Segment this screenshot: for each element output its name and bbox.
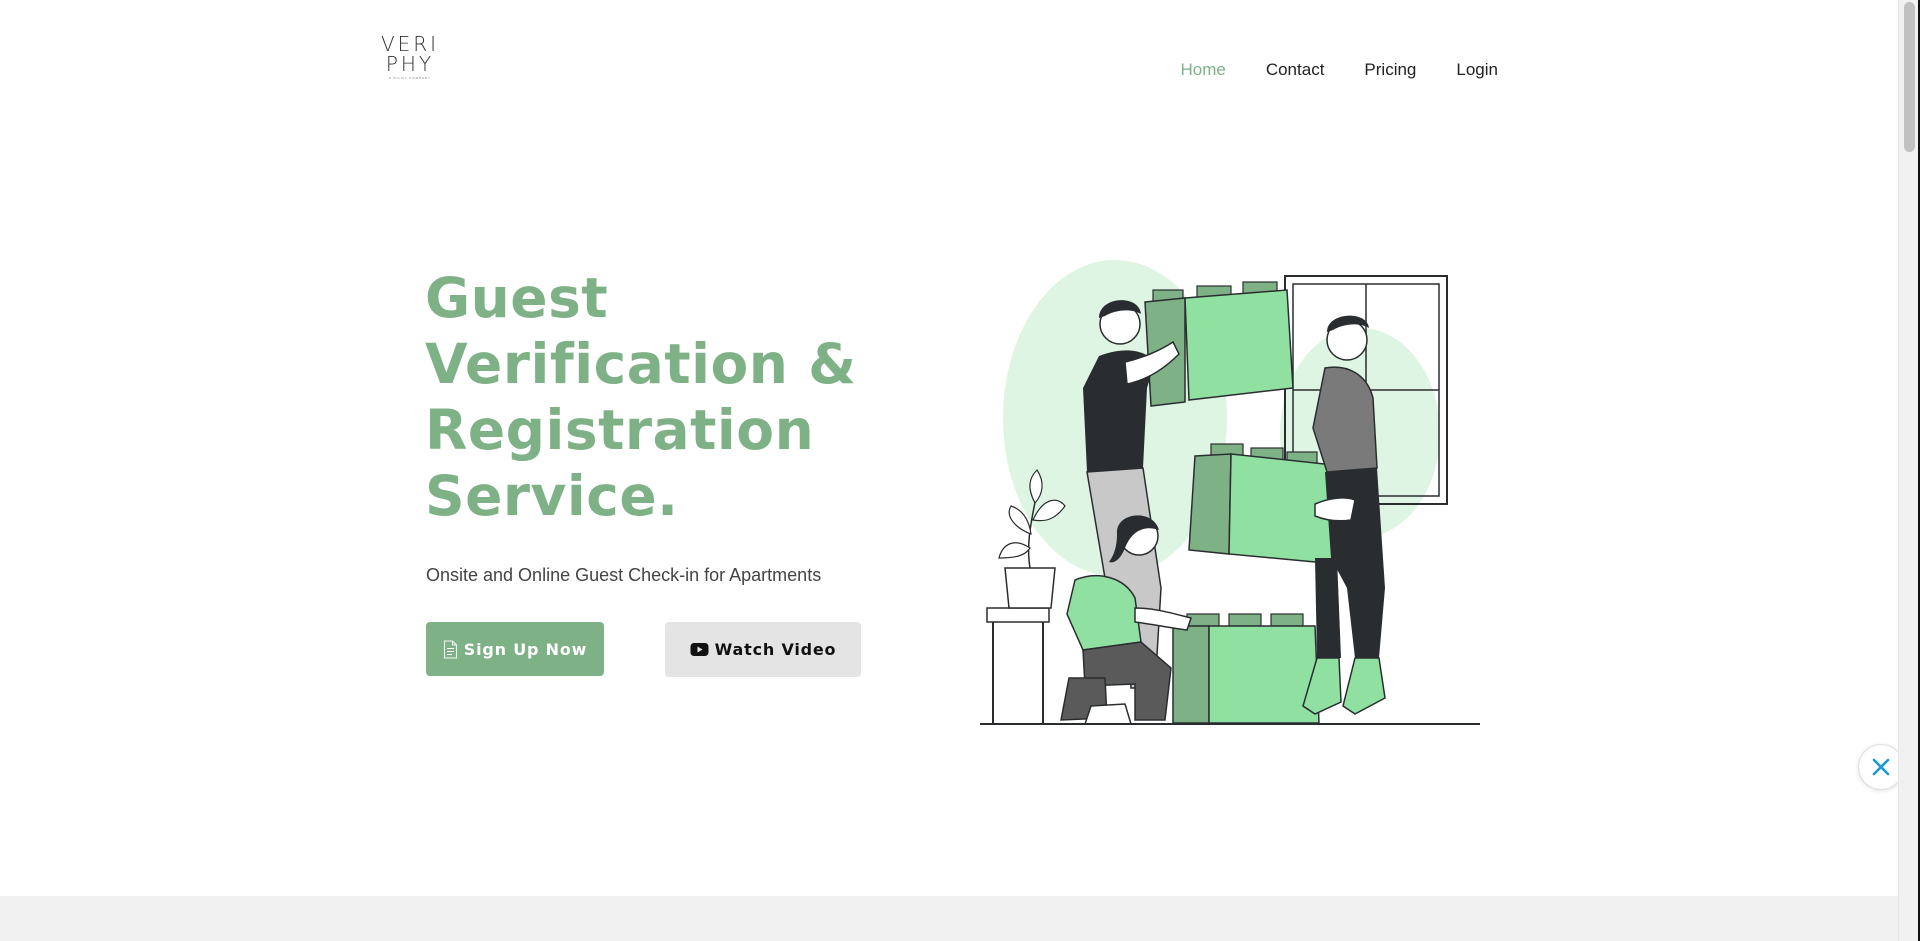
floating-widget-button[interactable] (1858, 744, 1898, 790)
main-nav: Home Contact Pricing Login (1180, 60, 1498, 80)
nav-home[interactable]: Home (1180, 60, 1225, 80)
close-x-icon (1872, 758, 1890, 776)
document-icon (443, 639, 457, 659)
watch-video-label: Watch Video (714, 640, 837, 659)
watch-video-button[interactable]: Watch Video (665, 622, 861, 677)
page-scrollbar[interactable] (1898, 0, 1920, 941)
logo-line-1: VERI (380, 32, 440, 56)
logo-line-2: PHY (385, 52, 435, 76)
nav-contact[interactable]: Contact (1266, 60, 1325, 80)
scrollbar-thumb[interactable] (1904, 2, 1915, 152)
people-stacking-boxes-illustration (980, 260, 1480, 725)
nav-login[interactable]: Login (1456, 60, 1498, 80)
next-section-band (0, 896, 1898, 941)
youtube-icon (690, 643, 709, 656)
hero-title-line: Verification & (425, 332, 857, 396)
page: VERI PHY A PILOT COMPANY Home Contact Pr… (0, 0, 1898, 941)
hero-title-line: Guest (425, 266, 609, 330)
nav-pricing[interactable]: Pricing (1364, 60, 1416, 80)
hero-title: Guest Verification & Registration Servic… (425, 265, 905, 529)
sign-up-label: Sign Up Now (463, 639, 588, 659)
logo-tagline: A PILOT COMPANY (388, 76, 432, 80)
hero-title-line: Service. (425, 464, 679, 528)
hero-subtitle: Onsite and Online Guest Check-in for Apa… (426, 565, 822, 585)
sign-up-button[interactable]: Sign Up Now (426, 622, 604, 676)
hero-title-line: Registration (425, 398, 815, 462)
site-logo[interactable]: VERI PHY A PILOT COMPANY (380, 34, 440, 80)
